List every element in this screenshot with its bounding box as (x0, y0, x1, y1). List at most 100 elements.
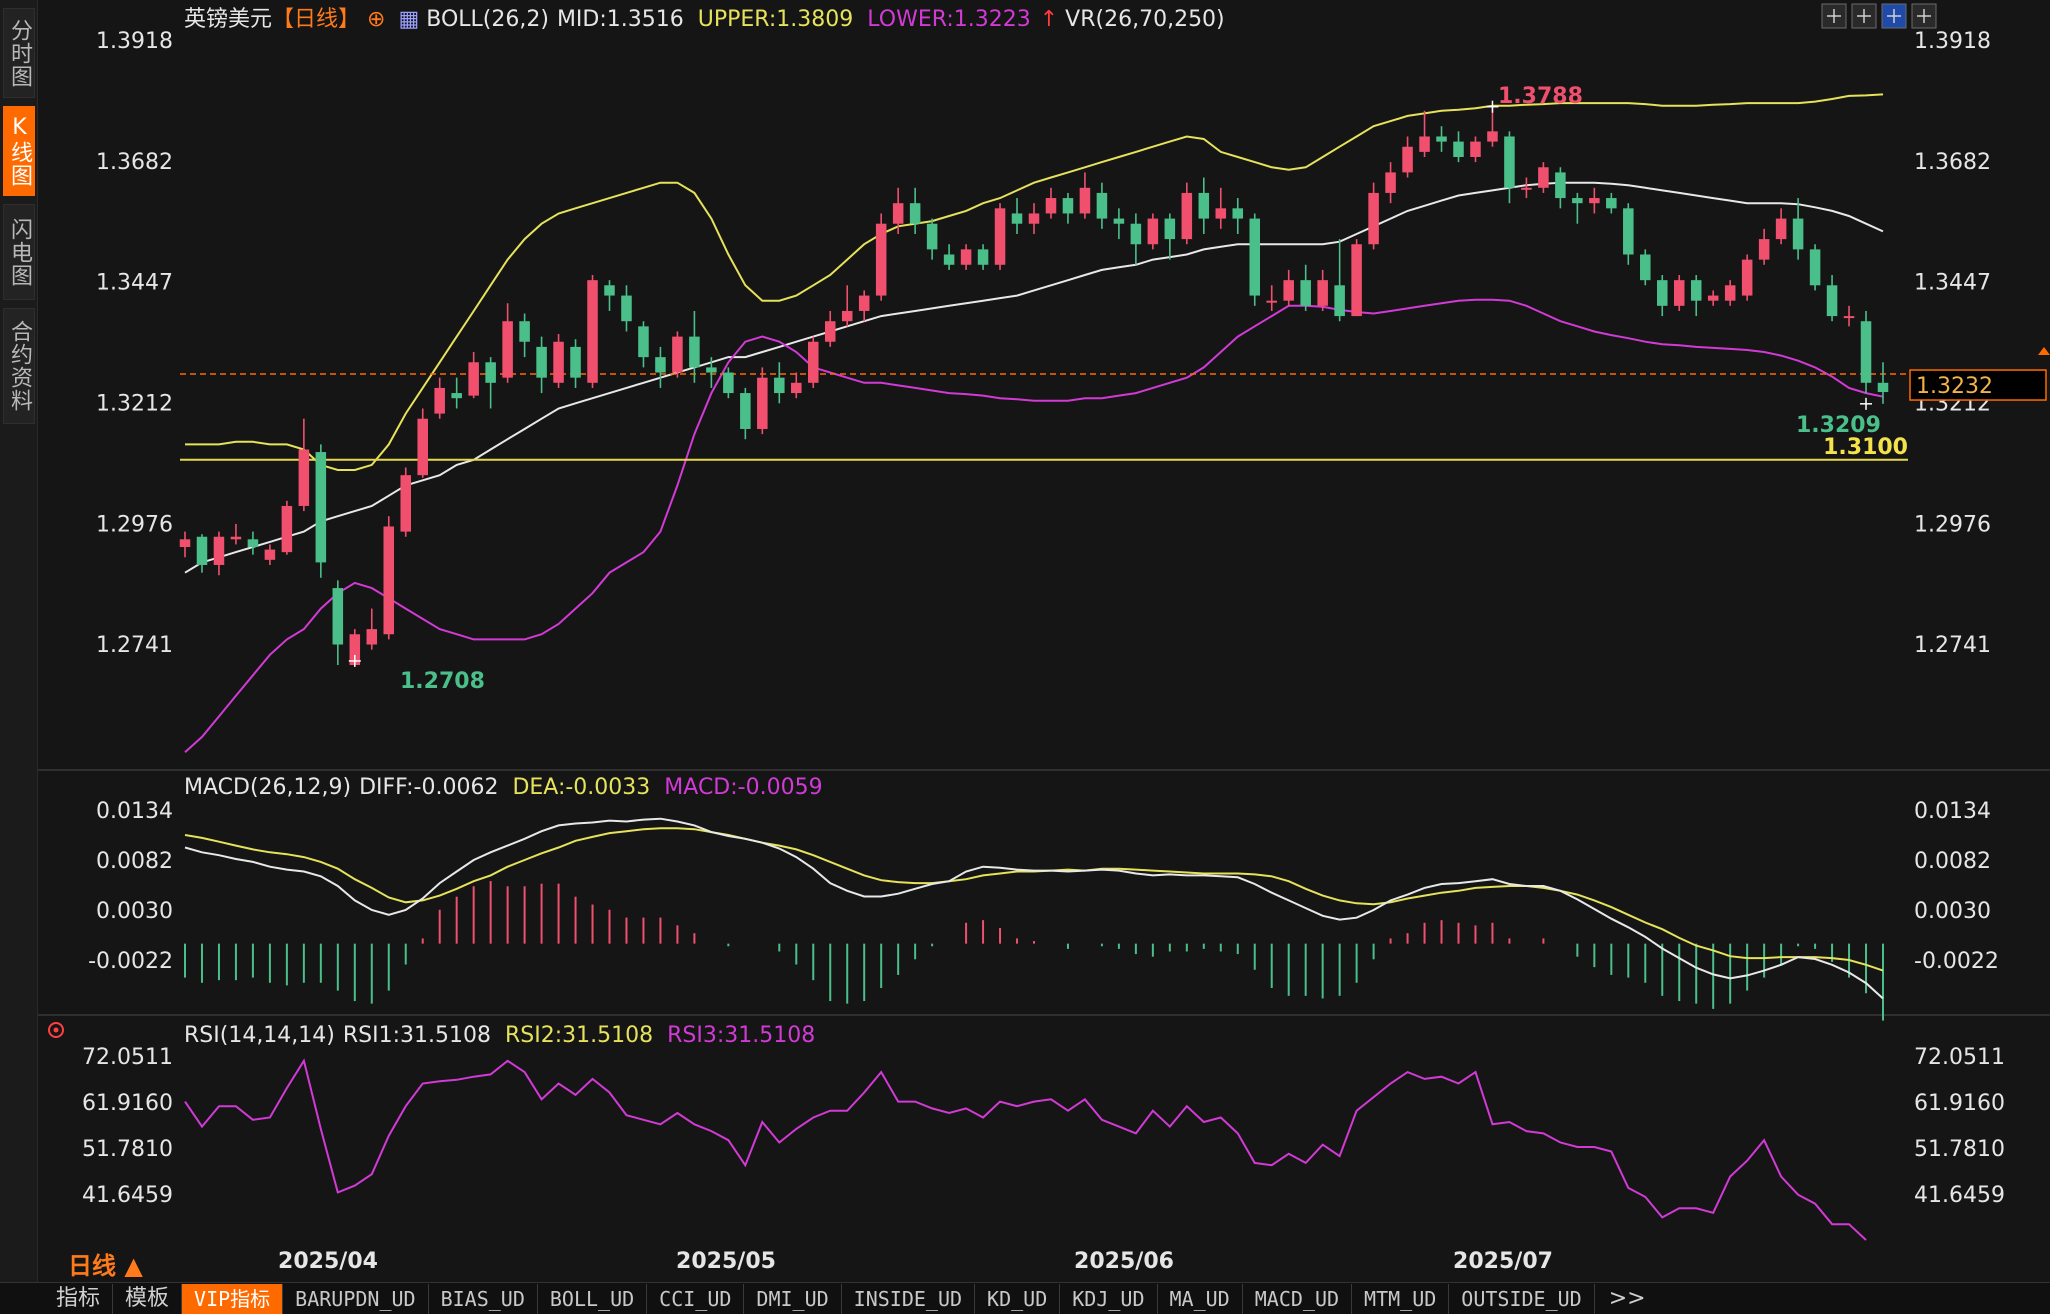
candle[interactable] (1249, 213, 1261, 306)
candle[interactable] (1113, 208, 1125, 240)
candle[interactable] (875, 213, 887, 301)
bottom-tab-14[interactable]: OUTSIDE_UD (1449, 1283, 1595, 1314)
bottom-tab-1[interactable]: 模板 (113, 1283, 183, 1314)
sidebar-tab-1[interactable]: K线图 (3, 106, 35, 196)
candle[interactable] (1368, 182, 1379, 250)
candle[interactable] (1028, 203, 1040, 234)
bottom-tab-4[interactable]: BIAS_UD (429, 1283, 538, 1314)
candle[interactable] (1232, 198, 1244, 234)
candle[interactable] (366, 608, 378, 650)
candle[interactable] (1572, 192, 1583, 224)
candle[interactable] (1877, 362, 1889, 404)
candle[interactable] (1096, 182, 1108, 229)
settings-gear-icon[interactable] (48, 1022, 64, 1038)
candle[interactable] (179, 531, 191, 558)
candle[interactable] (1724, 280, 1736, 306)
candle[interactable] (994, 203, 1006, 270)
candle[interactable] (1470, 136, 1481, 163)
candle[interactable] (230, 523, 242, 545)
bottom-tab-9[interactable]: KD_UD (975, 1283, 1061, 1314)
candle[interactable] (1062, 192, 1074, 224)
candle[interactable] (553, 334, 564, 388)
bottom-tab-5[interactable]: BOLL_UD (538, 1283, 648, 1314)
candle[interactable] (1504, 131, 1515, 204)
candle[interactable] (858, 290, 870, 322)
bottom-tab-3[interactable]: BARUPDN_UD (283, 1283, 429, 1314)
candle[interactable] (1181, 182, 1193, 245)
candle[interactable] (1487, 106, 1498, 147)
candle[interactable] (502, 303, 513, 383)
candle-type-icon[interactable] (1851, 3, 1877, 29)
candle[interactable] (1385, 162, 1396, 204)
bottom-tab-10[interactable]: KDJ_UD (1060, 1283, 1158, 1314)
candle[interactable] (926, 218, 938, 260)
candle[interactable] (1792, 198, 1804, 260)
candle[interactable] (587, 275, 598, 388)
candle[interactable] (841, 285, 853, 327)
candle[interactable] (740, 387, 751, 440)
candle[interactable] (315, 444, 327, 578)
candle[interactable] (672, 331, 683, 378)
candle[interactable] (1045, 187, 1057, 219)
candle[interactable] (400, 467, 412, 537)
candle[interactable] (1079, 172, 1091, 219)
candle[interactable] (1011, 198, 1023, 234)
candle[interactable] (332, 580, 344, 666)
candle[interactable] (1130, 213, 1142, 265)
candle[interactable] (977, 244, 989, 270)
candle[interactable] (1623, 203, 1634, 265)
candle[interactable] (536, 336, 547, 394)
candle[interactable] (1521, 177, 1532, 199)
candle[interactable] (1436, 126, 1447, 152)
candle[interactable] (604, 280, 615, 311)
chart-area[interactable]: 1.3918 1.3918 1.3682 1.3682 1.3447 1.3447 1.32… (38, 0, 2050, 1282)
candle[interactable] (417, 408, 428, 478)
candle[interactable] (943, 244, 955, 270)
candle[interactable] (1419, 110, 1430, 158)
candle[interactable] (451, 377, 462, 409)
candle[interactable] (1351, 239, 1362, 317)
candle[interactable] (1758, 228, 1770, 265)
candle[interactable] (1860, 310, 1872, 394)
candle[interactable] (909, 187, 921, 234)
candle[interactable] (247, 531, 259, 555)
candle[interactable] (1656, 275, 1668, 317)
candle[interactable] (1215, 187, 1227, 229)
candle[interactable] (264, 544, 276, 565)
candle[interactable] (621, 285, 632, 332)
candle[interactable] (824, 310, 836, 347)
candle[interactable] (485, 357, 496, 409)
candle[interactable] (791, 372, 802, 399)
sidebar-tab-3[interactable]: 合约资料 (3, 308, 35, 424)
expand-icon[interactable] (1911, 3, 1937, 29)
sidebar-tab-0[interactable]: 分时图 (3, 8, 35, 98)
candle[interactable] (213, 531, 225, 576)
candle[interactable] (1843, 305, 1855, 327)
bottom-tab-12[interactable]: MACD_UD (1243, 1283, 1353, 1314)
candle[interactable] (1453, 131, 1464, 163)
candle[interactable] (1809, 244, 1821, 291)
candle[interactable] (468, 352, 479, 399)
zoom-icon[interactable] (1821, 3, 1847, 29)
candle[interactable] (1317, 269, 1328, 311)
candle[interactable] (807, 336, 819, 388)
bottom-tab-0[interactable]: 指标 (0, 1283, 114, 1314)
candle[interactable] (1826, 275, 1838, 322)
candle[interactable] (1589, 187, 1600, 214)
candle[interactable] (774, 362, 785, 404)
candle[interactable] (519, 313, 530, 358)
candle[interactable] (1147, 213, 1159, 250)
bottom-tab-8[interactable]: INSIDE_UD (842, 1283, 976, 1314)
candle[interactable] (1673, 275, 1685, 311)
candle[interactable] (570, 339, 581, 388)
candle[interactable] (1538, 162, 1549, 193)
candle[interactable] (960, 244, 972, 270)
bottom-tab-13[interactable]: MTM_UD (1352, 1283, 1450, 1314)
scroll-up-icon[interactable] (2038, 347, 2050, 356)
candle[interactable] (196, 534, 208, 573)
candle[interactable] (1283, 269, 1294, 306)
bottom-more-button[interactable]: >> (1595, 1284, 1660, 1314)
bottom-tab-11[interactable]: MA_UD (1158, 1283, 1243, 1314)
candle[interactable] (1334, 239, 1345, 322)
candle[interactable] (1741, 254, 1753, 301)
